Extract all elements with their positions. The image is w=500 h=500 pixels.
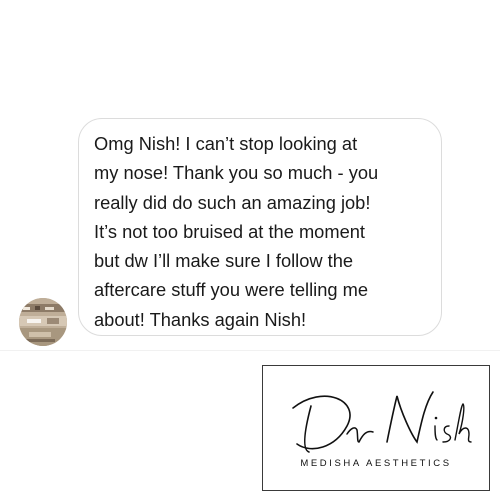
message-text: Omg Nish! I can’t stop looking at my nos…: [94, 133, 379, 330]
avatar-photo-icon: [19, 298, 67, 346]
message-bubble: Omg Nish! I can’t stop looking at my nos…: [78, 118, 442, 336]
avatar[interactable]: [19, 298, 67, 346]
signature-logo-icon: [292, 391, 472, 453]
logo-card: MEDISHA AESTHETICS: [262, 365, 490, 491]
logo-subtitle: MEDISHA AESTHETICS: [300, 458, 452, 469]
chat-area: Omg Nish! I can’t stop looking at my nos…: [0, 0, 500, 350]
divider-line: [0, 350, 500, 351]
